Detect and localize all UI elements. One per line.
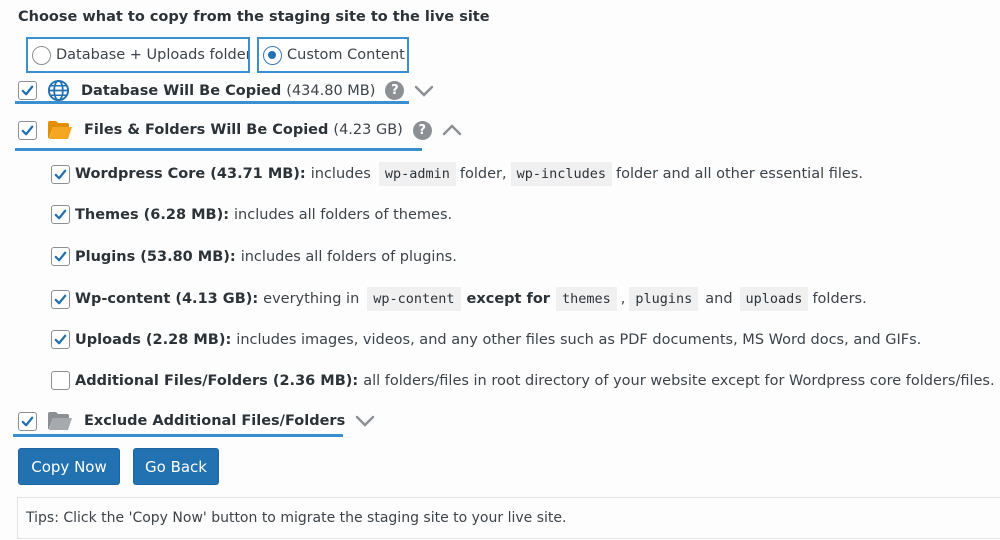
radio-database-uploads[interactable]: Database + Uploads folder xyxy=(26,37,250,73)
database-title: Database Will Be Copied xyxy=(81,82,282,99)
item-additional-files: Additional Files/Folders (2.36 MB): all … xyxy=(51,371,1000,390)
chevron-up-icon[interactable] xyxy=(442,124,462,136)
radio-button-unchecked[interactable] xyxy=(32,45,51,65)
item-text: includes xyxy=(310,166,371,182)
item-text: folders. xyxy=(812,291,867,307)
checkmark-icon xyxy=(54,209,67,220)
wp-content-checkbox[interactable] xyxy=(51,289,70,309)
item-wordpress-core: Wordpress Core (43.71 MB): includes wp-a… xyxy=(51,162,863,186)
item-text: all folders/files in root directory of y… xyxy=(363,372,995,389)
copy-now-button[interactable]: Copy Now xyxy=(18,448,120,485)
uploads-checkbox[interactable] xyxy=(51,330,70,349)
checkmark-icon xyxy=(21,85,34,96)
database-checkbox[interactable] xyxy=(18,81,37,100)
radio-custom-content-label: Custom Content xyxy=(287,47,405,63)
wordpress-core-label: Wordpress Core (43.71 MB): xyxy=(75,166,306,182)
help-icon[interactable]: ? xyxy=(412,120,432,140)
code-wp-content: wp-content xyxy=(367,287,461,311)
folder-open-icon xyxy=(47,120,73,140)
checkmark-icon xyxy=(21,416,34,426)
checkmark-icon xyxy=(54,334,67,345)
item-text: everything in xyxy=(263,291,360,307)
checkmark-icon xyxy=(54,169,67,179)
exclude-checkbox[interactable] xyxy=(18,411,37,431)
checkmark-icon xyxy=(54,251,67,262)
radio-database-uploads-label: Database + Uploads folder xyxy=(56,47,250,63)
exclude-title: Exclude Additional Files/Folders xyxy=(84,413,346,429)
item-uploads: Uploads (2.28 MB): includes images, vide… xyxy=(51,330,921,349)
item-text: includes images, videos, and any other f… xyxy=(236,331,922,348)
chevron-down-icon[interactable] xyxy=(414,85,434,97)
globe-icon xyxy=(47,79,70,102)
help-icon[interactable]: ? xyxy=(385,81,405,100)
checkmark-icon xyxy=(21,125,34,135)
files-size: (4.23 GB) xyxy=(333,122,403,138)
and-text: and xyxy=(705,291,733,307)
tips-text: Tips: Click the 'Copy Now' button to mig… xyxy=(26,510,567,526)
item-text: includes all folders of plugins. xyxy=(240,248,457,265)
additional-files-label: Additional Files/Folders (2.36 MB): xyxy=(75,372,359,389)
database-section: Database Will Be Copied (434.80 MB) ? xyxy=(18,79,434,102)
code-plugins: plugins xyxy=(629,287,699,311)
database-size: (434.80 MB) xyxy=(286,82,376,99)
code-wp-includes: wp-includes xyxy=(510,162,612,186)
plugins-label: Plugins (53.80 MB): xyxy=(75,248,236,265)
comma-text: , xyxy=(620,291,626,307)
files-section-underline xyxy=(15,148,422,151)
themes-label: Themes (6.28 MB): xyxy=(75,206,230,223)
wordpress-core-checkbox[interactable] xyxy=(51,164,70,184)
item-plugins: Plugins (53.80 MB): includes all folders… xyxy=(51,247,457,266)
files-section: Files & Folders Will Be Copied (4.23 GB)… xyxy=(18,120,462,140)
exclude-section-underline xyxy=(13,434,343,437)
uploads-label: Uploads (2.28 MB): xyxy=(75,331,232,348)
item-text: folder and all other essential files. xyxy=(615,166,863,182)
wp-content-label: Wp-content (4.13 GB): xyxy=(75,291,259,307)
page-heading: Choose what to copy from the staging sit… xyxy=(18,9,490,25)
go-back-button[interactable]: Go Back xyxy=(133,448,219,485)
code-uploads: uploads xyxy=(739,287,809,311)
database-section-underline xyxy=(15,101,409,104)
files-title: Files & Folders Will Be Copied xyxy=(84,122,329,138)
folder-icon xyxy=(47,411,73,431)
copy-to-live-panel: Choose what to copy from the staging sit… xyxy=(0,0,1000,540)
plugins-checkbox[interactable] xyxy=(51,247,70,266)
additional-files-checkbox[interactable] xyxy=(51,371,70,390)
code-wp-admin: wp-admin xyxy=(378,162,456,186)
exclude-section: Exclude Additional Files/Folders xyxy=(18,411,375,431)
item-themes: Themes (6.28 MB): includes all folders o… xyxy=(51,205,452,224)
code-themes: themes xyxy=(555,287,617,311)
item-wp-content: Wp-content (4.13 GB): everything in wp-c… xyxy=(51,287,867,311)
checkmark-icon xyxy=(54,294,67,304)
item-text: folder, xyxy=(459,166,507,182)
chevron-down-icon[interactable] xyxy=(355,415,375,427)
item-text: includes all folders of themes. xyxy=(234,206,453,223)
files-checkbox[interactable] xyxy=(18,120,37,140)
radio-custom-content[interactable]: Custom Content xyxy=(257,37,409,73)
except-for-text: except for xyxy=(466,291,550,307)
radio-button-checked[interactable] xyxy=(263,45,282,65)
themes-checkbox[interactable] xyxy=(51,205,70,224)
tips-box: Tips: Click the 'Copy Now' button to mig… xyxy=(17,497,1000,539)
